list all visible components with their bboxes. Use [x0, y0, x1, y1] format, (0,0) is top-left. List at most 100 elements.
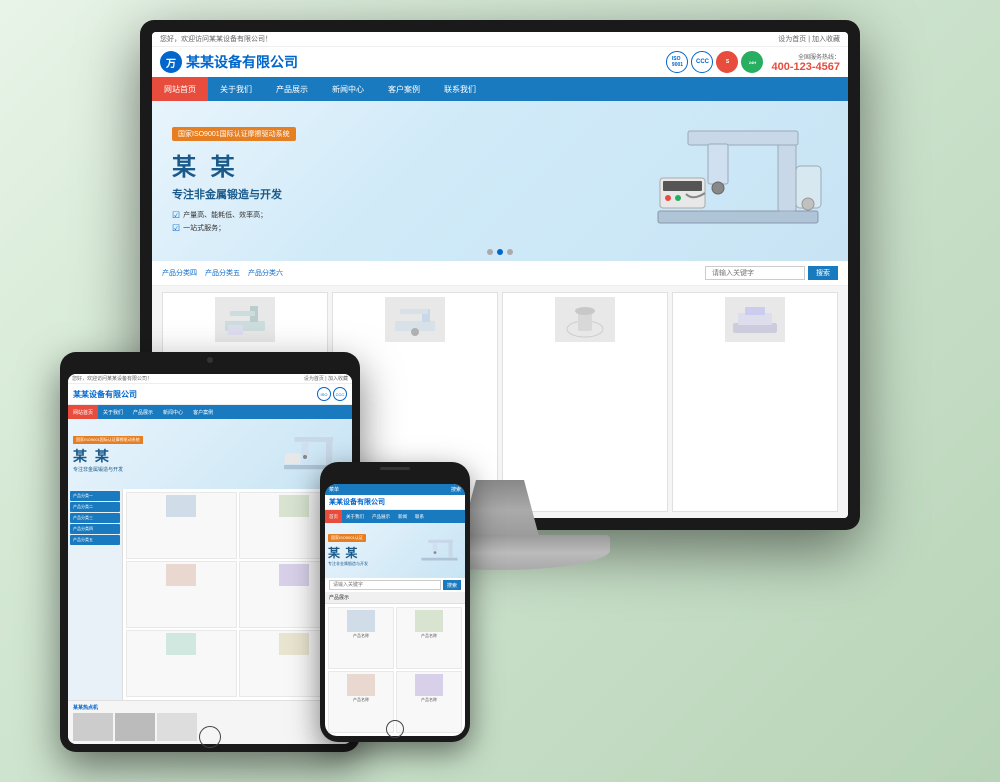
- tablet-product-3[interactable]: [126, 561, 237, 628]
- tablet-product-1[interactable]: [126, 492, 237, 559]
- phone-nav-contact[interactable]: 联系: [411, 510, 428, 523]
- banner-tag: 国家ISO9001国际认证摩擦驱动系统: [172, 127, 296, 141]
- tablet-camera: [207, 357, 213, 363]
- tablet-topbar: 您好，欢迎访问某某设备有限公司！ 设为首页 | 加入收藏: [68, 374, 352, 384]
- logo-text: 某某设备有限公司: [186, 52, 298, 72]
- tablet-banner-text: 国家ISO9001国际认证摩擦驱动系统 某 某 专注非金属锻造与开发: [73, 436, 277, 473]
- web-nav: 网站首页 关于我们 产品展示 新闻中心 客户案例 联系我们: [152, 77, 848, 101]
- web-logo: 万 某某设备有限公司: [160, 51, 298, 73]
- tablet-banner-tag: 国家ISO9001国际认证摩擦驱动系统: [73, 436, 143, 444]
- phone-nav-products[interactable]: 产品展示: [368, 510, 394, 523]
- search-input[interactable]: [705, 266, 805, 280]
- tablet-footer-img-1: [73, 713, 113, 741]
- tablet-product-img-6: [279, 633, 309, 655]
- tablet-sidebar-2[interactable]: 产品分类二: [70, 502, 120, 512]
- tablet-logo: 某某设备有限公司: [73, 389, 137, 400]
- phone-nav: 首页 关于我们 产品展示 新闻 联系: [325, 510, 465, 523]
- h24-badge: 24H: [741, 51, 763, 73]
- phone-nav-news[interactable]: 新闻: [394, 510, 411, 523]
- banner-machine: [628, 111, 848, 251]
- nav-item-contact[interactable]: 联系我们: [432, 77, 488, 101]
- phone-logo: 某某设备有限公司: [329, 497, 461, 507]
- tablet-cert-iso: ISO: [317, 387, 331, 401]
- check-text-1: 产量高、能耗低、效率高；: [183, 210, 267, 220]
- phone-nav-home[interactable]: 首页: [325, 510, 342, 523]
- phone-topbar-left: 菜单: [329, 486, 339, 493]
- tablet-certs: ISO CCC: [317, 387, 347, 401]
- tablet-banner-big: 某 某: [73, 446, 277, 466]
- tablet-sidebar: 产品分类一 产品分类二 产品分类三 产品分类四 产品分类五: [68, 489, 123, 700]
- tablet-website: 您好，欢迎访问某某设备有限公司！ 设为首页 | 加入收藏 某某设备有限公司 IS…: [68, 374, 352, 744]
- phone-banner: 国家ISO9001认证 某 某 专注非金属锻造与开发: [325, 523, 465, 578]
- product-item-3[interactable]: [502, 292, 668, 512]
- web-banner: 国家ISO9001国际认证摩擦驱动系统 某 某 专注非金属锻造与开发 ☑ 产量高…: [152, 101, 848, 261]
- tablet-nav-home[interactable]: 网站首页: [68, 405, 98, 419]
- tablet-footer-img-2: [115, 713, 155, 741]
- prod-cat-4[interactable]: 产品分类四: [162, 268, 197, 278]
- phone-topbar: 菜单 搜索: [325, 484, 465, 495]
- nav-item-products[interactable]: 产品展示: [264, 77, 320, 101]
- scene: 您好，欢迎访问某某设备有限公司！ 设为首页 | 加入收藏 万 某某设备有限公司 …: [0, 0, 1000, 782]
- nav-item-news[interactable]: 新闻中心: [320, 77, 376, 101]
- tablet-banner-sub: 专注非金属锻造与开发: [73, 466, 277, 473]
- tablet-product-img-1: [166, 495, 196, 517]
- phone-banner-big: 某 某: [328, 544, 417, 561]
- phone-product-img-3: [347, 674, 375, 696]
- web-topbar: 您好，欢迎访问某某设备有限公司！ 设为首页 | 加入收藏: [152, 32, 848, 47]
- phone-machine: [417, 531, 462, 571]
- tablet-nav-clients[interactable]: 客户案例: [188, 405, 218, 419]
- topbar-welcome: 您好，欢迎访问某某设备有限公司！: [160, 34, 272, 44]
- phone-header: 某某设备有限公司: [325, 495, 465, 510]
- tablet-screen: 您好，欢迎访问某某设备有限公司！ 设为首页 | 加入收藏 某某设备有限公司 IS…: [68, 374, 352, 744]
- phone-product-img-4: [415, 674, 443, 696]
- s-badge: S: [716, 51, 738, 73]
- hotline-number: 400-123-4567: [771, 61, 840, 73]
- tablet-sidebar-3[interactable]: 产品分类三: [70, 513, 120, 523]
- banner-check-1: ☑ 产量高、能耗低、效率高；: [172, 210, 608, 221]
- nav-item-about[interactable]: 关于我们: [208, 77, 264, 101]
- search-button[interactable]: 搜索: [808, 266, 838, 280]
- banner-checkmarks: ☑ 产量高、能耗低、效率高； ☑ 一站式服务；: [172, 210, 608, 234]
- phone-product-3[interactable]: 产品名称: [328, 671, 394, 733]
- tablet-header: 某某设备有限公司 ISO CCC: [68, 384, 352, 405]
- tablet-product-img-2: [279, 495, 309, 517]
- phone-product-4[interactable]: 产品名称: [396, 671, 462, 733]
- phone-search-button[interactable]: 搜索: [443, 580, 461, 590]
- tablet-nav-about[interactable]: 关于我们: [98, 405, 128, 419]
- tablet-content-area: 产品分类一 产品分类二 产品分类三 产品分类四 产品分类五: [68, 489, 352, 700]
- tablet-home-button[interactable]: [199, 726, 221, 748]
- phone-home-button[interactable]: [386, 720, 404, 738]
- machine-illustration: [638, 116, 838, 246]
- tablet-product-img-3: [166, 564, 196, 586]
- topbar-links: 设为首页 | 加入收藏: [778, 34, 840, 44]
- nav-item-home[interactable]: 网站首页: [152, 77, 208, 101]
- tablet-sidebar-1[interactable]: 产品分类一: [70, 491, 120, 501]
- product-image-3: [555, 297, 615, 342]
- tablet-footer-title: 某某热点机: [73, 704, 347, 711]
- phone-search-input[interactable]: [329, 580, 441, 590]
- banner-check-2: ☑ 一站式服务；: [172, 223, 608, 234]
- phone-search-row: 搜索: [325, 578, 465, 592]
- tablet-main-content: [123, 489, 352, 700]
- product-item-4[interactable]: [672, 292, 838, 512]
- phone-product-1[interactable]: 产品名称: [328, 607, 394, 669]
- prod-cat-6[interactable]: 产品分类六: [248, 268, 283, 278]
- tablet-sidebar-5[interactable]: 产品分类五: [70, 535, 120, 545]
- tablet-nav-products[interactable]: 产品展示: [128, 405, 158, 419]
- phone-product-2[interactable]: 产品名称: [396, 607, 462, 669]
- tablet-sidebar-4[interactable]: 产品分类四: [70, 524, 120, 534]
- phone-nav-about[interactable]: 关于我们: [342, 510, 368, 523]
- prod-cat-5[interactable]: 产品分类五: [205, 268, 240, 278]
- phone: 菜单 搜索 某某设备有限公司 首页 关于我们 产品展示 新闻 联系: [320, 462, 470, 742]
- tablet-nav-news[interactable]: 新闻中心: [158, 405, 188, 419]
- tablet-body: 您好，欢迎访问某某设备有限公司！ 设为首页 | 加入收藏 某某设备有限公司 IS…: [60, 352, 360, 752]
- phone-product-name-1: 产品名称: [353, 633, 369, 639]
- dot-3: [507, 249, 513, 255]
- ccc-badge: CCC: [691, 51, 713, 73]
- header-right: ISO9001 CCC S 24H 全国服务热线： 400-123-4567: [666, 51, 840, 73]
- tablet-topbar-links: 设为首页 | 加入收藏: [304, 375, 348, 382]
- tablet-cert-ccc: CCC: [333, 387, 347, 401]
- tablet-product-5[interactable]: [126, 630, 237, 697]
- phone-product-img-2: [415, 610, 443, 632]
- nav-item-clients[interactable]: 客户案例: [376, 77, 432, 101]
